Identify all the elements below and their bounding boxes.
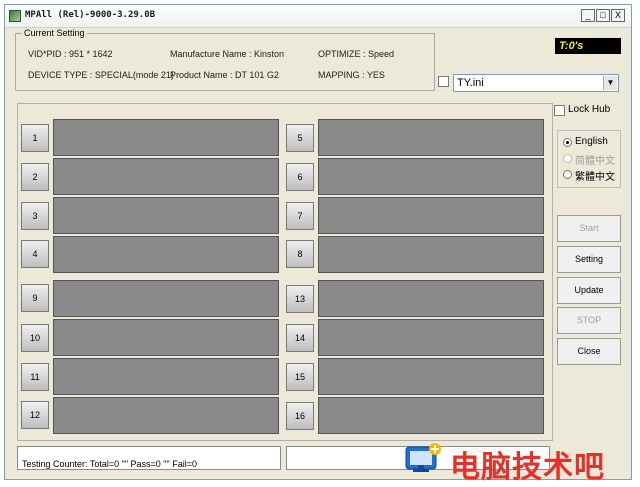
port-slot-11 bbox=[53, 358, 279, 395]
app-icon bbox=[9, 10, 21, 22]
close-window-button[interactable]: X bbox=[611, 9, 625, 22]
ini-file-value: TY.ini bbox=[457, 77, 484, 89]
title-bar[interactable]: MPAll (Rel)-9000-3.29.0B _ □ X bbox=[5, 5, 631, 34]
start-button[interactable]: Start bbox=[557, 215, 621, 242]
port-button-9[interactable]: 9 bbox=[21, 284, 49, 312]
port-button-1[interactable]: 1 bbox=[21, 124, 49, 152]
device-type-text: DEVICE TYPE : SPECIAL(mode 21) bbox=[28, 70, 174, 80]
current-setting-legend: Current Setting bbox=[22, 28, 87, 38]
port-button-16[interactable]: 16 bbox=[286, 402, 314, 430]
port-button-5[interactable]: 5 bbox=[286, 124, 314, 152]
testing-counter-text: Testing Counter: Total=0 "" Pass=0 "" Fa… bbox=[22, 459, 197, 469]
port-slot-13 bbox=[318, 280, 544, 317]
port-button-12[interactable]: 12 bbox=[21, 401, 49, 429]
optimize-text: OPTIMIZE : Speed bbox=[318, 49, 395, 59]
port-slot-16 bbox=[318, 397, 544, 434]
port-button-3[interactable]: 3 bbox=[21, 202, 49, 230]
minimize-button[interactable]: _ bbox=[581, 9, 595, 22]
lock-hub-label: Lock Hub bbox=[568, 104, 611, 115]
radio-english[interactable] bbox=[563, 138, 572, 147]
port-slot-2 bbox=[53, 158, 279, 195]
watermark: 电脑技术吧 bbox=[404, 440, 632, 484]
port-slot-9 bbox=[53, 280, 279, 317]
watermark-logo-icon bbox=[405, 443, 441, 472]
port-button-15[interactable]: 15 bbox=[286, 363, 314, 391]
port-slot-3 bbox=[53, 197, 279, 234]
port-slot-4 bbox=[53, 236, 279, 273]
port-slot-1 bbox=[53, 119, 279, 156]
vid-pid-text: VID*PID : 951 * 1642 bbox=[28, 49, 113, 59]
manufacture-name-text: Manufacture Name : Kinston bbox=[170, 49, 285, 59]
ini-file-select[interactable]: TY.ini ▼ bbox=[453, 74, 619, 92]
close-button[interactable]: Close bbox=[557, 338, 621, 365]
radio-selected-dot bbox=[566, 141, 569, 144]
window-title: MPAll (Rel)-9000-3.29.0B bbox=[25, 10, 156, 20]
elapsed-timer: T:0's bbox=[555, 38, 621, 54]
testing-counter-box: Testing Counter: Total=0 "" Pass=0 "" Fa… bbox=[17, 446, 281, 470]
port-slot-6 bbox=[318, 158, 544, 195]
port-slot-10 bbox=[53, 319, 279, 356]
radio-traditional-chinese[interactable] bbox=[563, 170, 572, 179]
port-slot-5 bbox=[318, 119, 544, 156]
port-button-14[interactable]: 14 bbox=[286, 324, 314, 352]
port-slot-7 bbox=[318, 197, 544, 234]
update-button[interactable]: Update bbox=[557, 277, 621, 304]
language-option-simplified-chinese: 简體中文 bbox=[575, 156, 615, 167]
stop-button[interactable]: STOP bbox=[557, 307, 621, 334]
port-slot-14 bbox=[318, 319, 544, 356]
maximize-button[interactable]: □ bbox=[596, 9, 610, 22]
port-slot-15 bbox=[318, 358, 544, 395]
ini-checkbox[interactable] bbox=[438, 76, 449, 87]
port-button-6[interactable]: 6 bbox=[286, 163, 314, 191]
port-button-10[interactable]: 10 bbox=[21, 324, 49, 352]
main-window: MPAll (Rel)-9000-3.29.0B _ □ X Current S… bbox=[4, 4, 632, 480]
setting-button[interactable]: Setting bbox=[557, 246, 621, 273]
port-button-8[interactable]: 8 bbox=[286, 240, 314, 268]
port-slot-8 bbox=[318, 236, 544, 273]
watermark-text: 电脑技术吧 bbox=[450, 451, 605, 484]
language-option-traditional-chinese: 繁體中文 bbox=[575, 172, 615, 183]
language-group: English 简體中文 繁體中文 bbox=[557, 130, 621, 188]
port-button-2[interactable]: 2 bbox=[21, 163, 49, 191]
port-slot-12 bbox=[53, 397, 279, 434]
product-name-text: Product Name : DT 101 G2 bbox=[170, 70, 279, 80]
current-setting-group: Current Setting VID*PID : 951 * 1642 Man… bbox=[15, 28, 435, 91]
port-button-13[interactable]: 13 bbox=[286, 285, 314, 313]
port-button-11[interactable]: 11 bbox=[21, 363, 49, 391]
language-option-english: English bbox=[575, 136, 608, 147]
chevron-down-icon[interactable]: ▼ bbox=[603, 76, 617, 90]
mapping-text: MAPPING : YES bbox=[318, 70, 385, 80]
radio-simplified-chinese[interactable] bbox=[563, 154, 572, 163]
port-button-7[interactable]: 7 bbox=[286, 202, 314, 230]
lock-hub-checkbox[interactable] bbox=[554, 105, 565, 116]
port-button-4[interactable]: 4 bbox=[21, 240, 49, 268]
